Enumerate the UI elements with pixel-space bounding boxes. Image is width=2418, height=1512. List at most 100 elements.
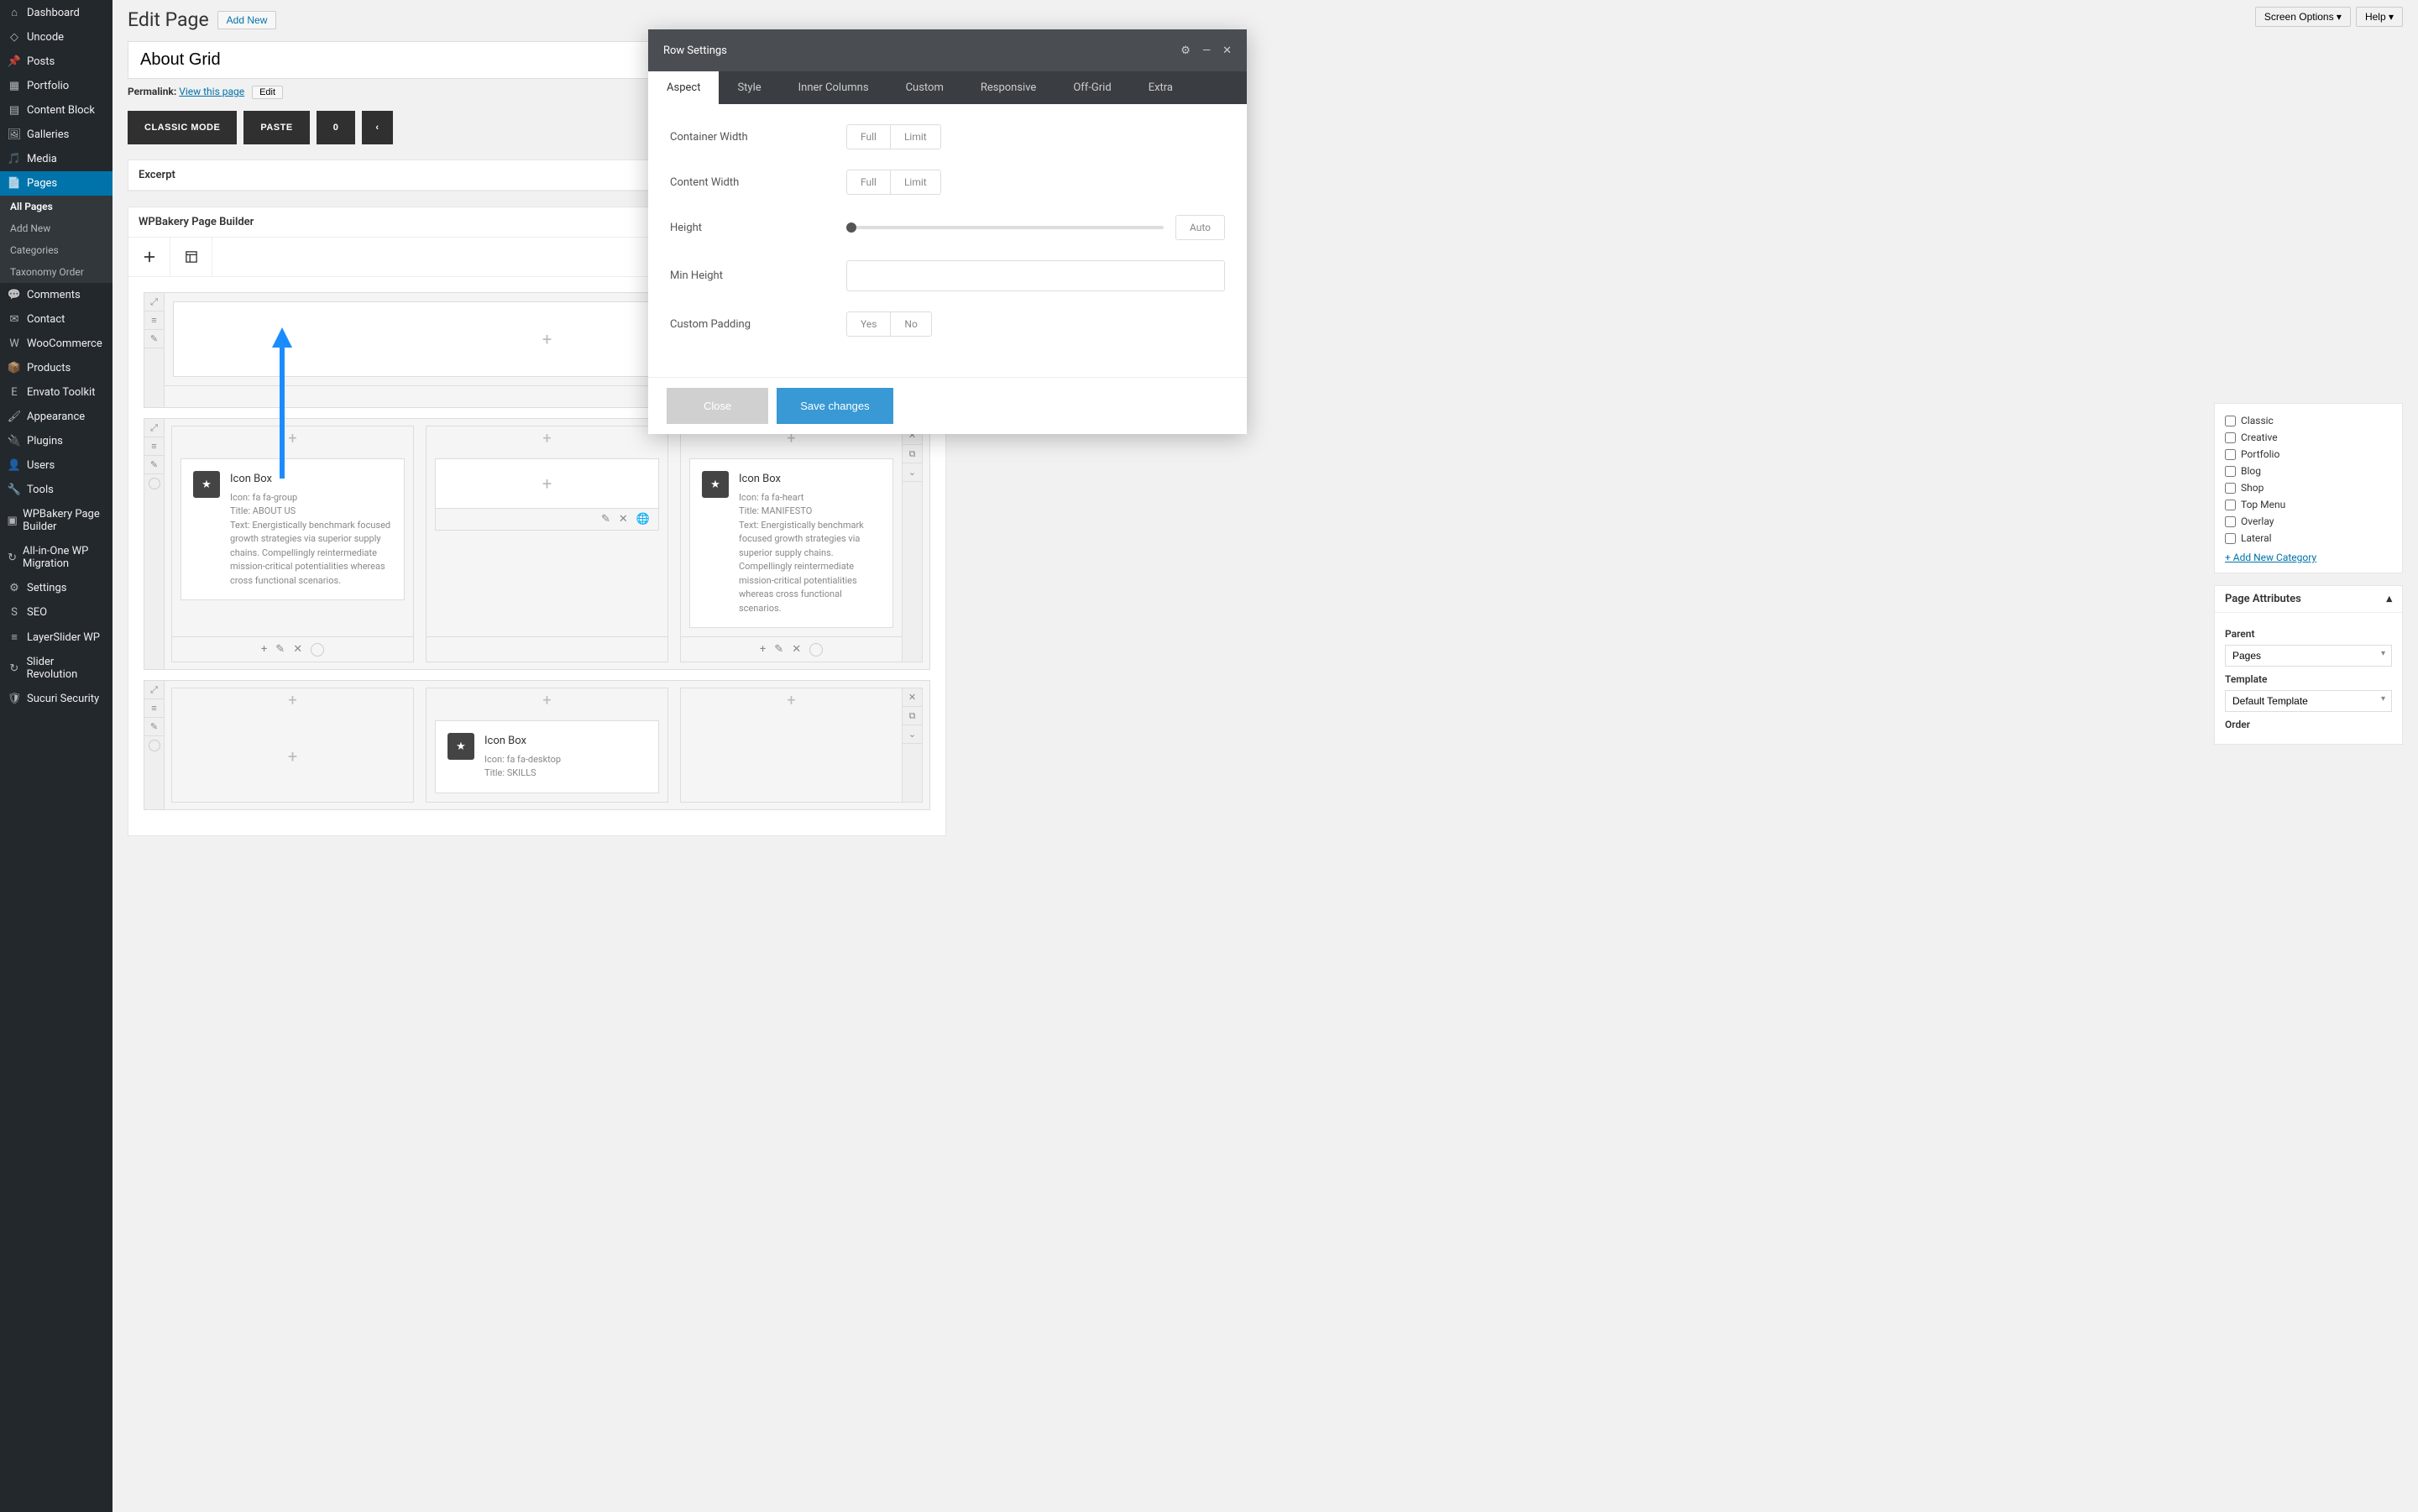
min-height-input[interactable] (846, 260, 1225, 291)
category-checkbox[interactable] (2225, 533, 2236, 544)
edit-icon[interactable]: ✎ (774, 643, 783, 656)
add-content-icon[interactable]: + (542, 473, 552, 494)
close-button[interactable]: Close (667, 388, 768, 424)
sidebar-item-wpbakery-page-builder[interactable]: ▣WPBakery Page Builder (0, 502, 113, 539)
tab-aspect[interactable]: Aspect (648, 71, 719, 104)
yes-option[interactable]: Yes (847, 312, 890, 336)
limit-option[interactable]: Limit (890, 125, 940, 149)
tab-inner-columns[interactable]: Inner Columns (780, 71, 887, 104)
delete-icon[interactable]: ✕ (293, 643, 302, 656)
sidebar-item-plugins[interactable]: 🔌Plugins (0, 429, 113, 453)
category-checkbox[interactable] (2225, 449, 2236, 460)
screen-options-button[interactable]: Screen Options ▾ (2255, 7, 2351, 27)
template-select[interactable]: Default Template (2225, 690, 2392, 712)
add-content-icon[interactable]: + (288, 746, 297, 766)
tab-style[interactable]: Style (719, 71, 779, 104)
builder-column[interactable]: + ★ Icon Box Icon: fa fa-desktop Title: … (426, 688, 668, 803)
icon-box-element[interactable]: ★ Icon Box Icon: fa fa-desktop Title: SK… (435, 720, 659, 793)
tab-custom[interactable]: Custom (887, 71, 962, 104)
paste-button[interactable]: PASTE (243, 111, 309, 144)
copy-icon[interactable]: ⧉ (903, 707, 922, 725)
sidebar-item-envato-toolkit[interactable]: EEnvato Toolkit (0, 380, 113, 405)
edit-row-icon[interactable]: ✎ (144, 456, 164, 474)
sidebar-item-all-in-one-wp-migration[interactable]: ↻All-in-One WP Migration (0, 539, 113, 576)
category-item[interactable]: Classic (2225, 412, 2392, 429)
limit-option[interactable]: Limit (890, 170, 940, 194)
height-slider[interactable] (846, 226, 1164, 229)
sidebar-sub-add-new[interactable]: Add New (0, 217, 113, 239)
auto-button[interactable]: Auto (1175, 215, 1225, 240)
sidebar-item-content-block[interactable]: ▤Content Block (0, 98, 113, 123)
sidebar-item-slider-revolution[interactable]: ↻Slider Revolution (0, 650, 113, 687)
icon-box-element[interactable]: ★ Icon Box Icon: fa fa-heart Title: MANI… (689, 458, 893, 628)
tab-responsive[interactable]: Responsive (962, 71, 1055, 104)
expand-icon[interactable]: ⤢ (144, 293, 164, 311)
permalink-link[interactable]: View this page (179, 86, 244, 97)
delete-icon[interactable]: ✕ (792, 643, 801, 656)
color-indicator[interactable] (149, 478, 160, 489)
sidebar-sub-categories[interactable]: Categories (0, 239, 113, 261)
category-checkbox[interactable] (2225, 500, 2236, 510)
edit-row-icon[interactable]: ✎ (144, 330, 164, 348)
help-button[interactable]: Help ▾ (2356, 7, 2403, 27)
expand-icon[interactable]: ⤢ (144, 681, 164, 699)
add-content-icon[interactable]: + (542, 329, 552, 349)
columns-icon[interactable]: ≡ (144, 437, 164, 456)
copy-icon[interactable]: ⧉ (903, 445, 922, 463)
sidebar-item-tools[interactable]: 🔧Tools (0, 478, 113, 502)
category-checkbox[interactable] (2225, 466, 2236, 477)
sidebar-item-woocommerce[interactable]: WWooCommerce (0, 332, 113, 356)
sidebar-sub-all-pages[interactable]: All Pages (0, 196, 113, 217)
builder-column[interactable]: + + ✎ ✕ 🌐 (426, 426, 668, 662)
category-checkbox[interactable] (2225, 416, 2236, 426)
permalink-edit-button[interactable]: Edit (252, 86, 283, 99)
collapse-icon[interactable]: ▴ (2386, 593, 2392, 605)
add-icon[interactable]: + (760, 643, 766, 656)
sidebar-item-media[interactable]: 🎵Media (0, 147, 113, 171)
category-item[interactable]: Lateral (2225, 530, 2392, 547)
full-option[interactable]: Full (847, 170, 890, 194)
sidebar-item-layerslider-wp[interactable]: ≡LayerSlider WP (0, 625, 113, 650)
color-indicator[interactable] (809, 643, 823, 657)
category-item[interactable]: Portfolio (2225, 446, 2392, 463)
add-element-button[interactable] (128, 238, 170, 276)
builder-column[interactable]: + ✕ ⧉ ⌄ (680, 688, 923, 803)
save-button[interactable]: Save changes (777, 388, 892, 424)
tab-off-grid[interactable]: Off-Grid (1055, 71, 1129, 104)
sidebar-item-products[interactable]: 📦Products (0, 356, 113, 380)
sidebar-item-seo[interactable]: SSEO (0, 600, 113, 625)
add-new-button[interactable]: Add New (217, 11, 277, 29)
chevron-down-icon[interactable]: ⌄ (903, 463, 922, 482)
collapse-arrow-button[interactable]: ‹ (362, 111, 392, 144)
columns-icon[interactable]: ≡ (144, 699, 164, 718)
sidebar-item-settings[interactable]: ⚙Settings (0, 576, 113, 600)
builder-column[interactable]: + ★ Icon Box Icon: fa fa-group Title: AB… (171, 426, 414, 662)
category-item[interactable]: Shop (2225, 479, 2392, 496)
edit-row-icon[interactable]: ✎ (144, 718, 164, 736)
edit-icon[interactable]: ✎ (275, 643, 285, 656)
sidebar-item-users[interactable]: 👤Users (0, 453, 113, 478)
add-icon[interactable]: + (542, 692, 551, 709)
builder-column[interactable]: + + (171, 688, 414, 803)
category-item[interactable]: Top Menu (2225, 496, 2392, 513)
sidebar-item-appearance[interactable]: 🖌Appearance (0, 405, 113, 429)
category-item[interactable]: Overlay (2225, 513, 2392, 530)
template-button[interactable] (170, 238, 212, 276)
delete-icon[interactable]: ✕ (619, 513, 628, 526)
sidebar-item-dashboard[interactable]: ⌂Dashboard (0, 0, 113, 25)
edit-icon[interactable]: ✎ (601, 513, 610, 526)
chevron-down-icon[interactable]: ⌄ (903, 725, 922, 744)
close-icon[interactable]: ✕ (1222, 44, 1232, 57)
tab-extra[interactable]: Extra (1130, 71, 1191, 104)
add-icon[interactable]: + (787, 692, 795, 709)
minimize-icon[interactable]: — (1202, 44, 1211, 57)
no-option[interactable]: No (890, 312, 930, 336)
sidebar-item-portfolio[interactable]: ▦Portfolio (0, 74, 113, 98)
sidebar-item-contact[interactable]: ✉Contact (0, 307, 113, 332)
add-icon[interactable]: + (288, 430, 296, 447)
builder-row[interactable]: ⤢ ≡ ✎ + ★ (144, 418, 930, 670)
parent-select[interactable]: Pages (2225, 645, 2392, 667)
undo-count-button[interactable]: 0 (317, 111, 356, 144)
sidebar-item-uncode[interactable]: ◇Uncode (0, 25, 113, 50)
add-category-link[interactable]: + Add New Category (2225, 552, 2316, 563)
